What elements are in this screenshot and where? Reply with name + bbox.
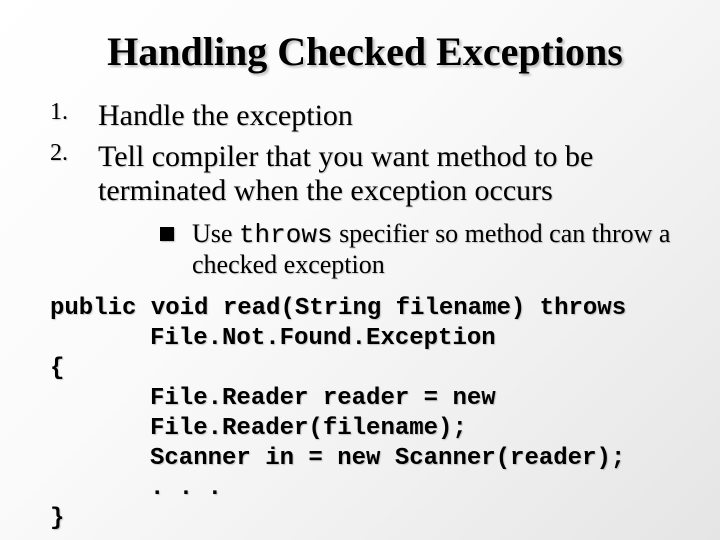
code-line: public void read(String filename) throws — [50, 294, 680, 324]
list-text: Handle the exception — [98, 99, 353, 134]
code-line: File.Reader(filename); — [50, 414, 680, 444]
code-line: } — [50, 504, 680, 534]
list-item: 1. Handle the exception — [50, 99, 680, 134]
code-line: { — [50, 354, 680, 384]
slide-title: Handling Checked Exceptions — [50, 28, 680, 75]
code-line: . . . — [50, 474, 680, 504]
slide: Handling Checked Exceptions 1. Handle th… — [0, 0, 720, 540]
list-text: Tell compiler that you want method to be… — [98, 140, 680, 209]
code-block: public void read(String filename) throws… — [50, 294, 680, 534]
code-line: Scanner in = new Scanner(reader); — [50, 444, 680, 474]
square-bullet-icon — [160, 227, 174, 241]
list-item: 2. Tell compiler that you want method to… — [50, 140, 680, 209]
throws-keyword: throws — [239, 220, 333, 250]
list-number: 1. — [50, 99, 98, 126]
code-line: File.Reader reader = new — [50, 384, 680, 414]
list-number: 2. — [50, 140, 98, 167]
code-line: File.Not.Found.Exception — [50, 324, 680, 354]
sub-bullet: Use throws specifier so method can throw… — [160, 219, 680, 281]
numbered-list: 1. Handle the exception 2. Tell compiler… — [50, 99, 680, 209]
sub-bullet-text: Use throws specifier so method can throw… — [192, 219, 680, 281]
sub-prefix: Use — [192, 219, 239, 248]
